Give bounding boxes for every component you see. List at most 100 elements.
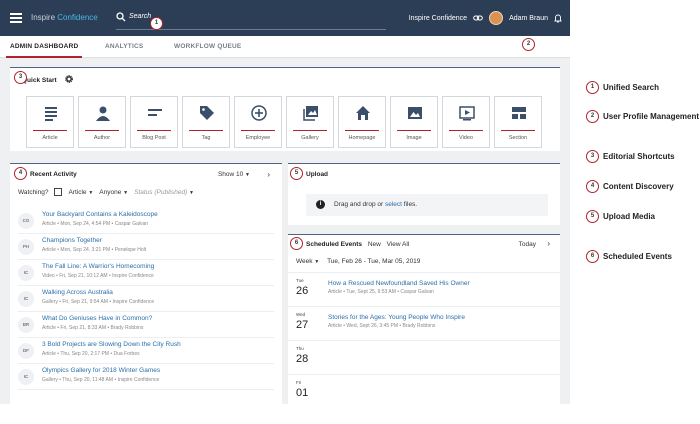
tile-label: Author	[93, 135, 111, 141]
tile-label: Section	[508, 135, 528, 141]
event-meta: Article • Tue, Sept 25, 9:53 AM • Caspar…	[328, 289, 434, 295]
list-item[interactable]: IC Walking Across Australia Gallery • Fri,…	[18, 286, 274, 312]
list-item[interactable]: DF 3 Bold Projects are Slowing Down the C…	[18, 338, 274, 364]
author-filter[interactable]: Anyone ▼	[99, 189, 128, 196]
day-of-week: Tue	[296, 278, 304, 283]
tile-video[interactable]: Video	[442, 96, 490, 148]
avatar: IC	[18, 265, 34, 281]
recent-activity-title: Recent Activity	[30, 171, 77, 178]
tile-author[interactable]: Author	[78, 96, 126, 148]
quick-start-tiles: Article Author Blog Post Tag Employee Ga…	[26, 96, 542, 148]
tab-admin-dashboard[interactable]: ADMIN DASHBOARD	[5, 43, 83, 58]
tile-label: Image	[406, 135, 422, 141]
list-item[interactable]: IC Olympics Gallery for 2018 Winter Games…	[18, 364, 274, 390]
author-icon	[96, 106, 110, 121]
avatar: DF	[18, 343, 34, 359]
activity-filters: Watching? Article ▼ Anyone ▼ Status (Pub…	[18, 188, 194, 196]
date-range: Tue, Feb 26 - Tue, Mar 05, 2019	[327, 258, 421, 265]
scheduled-header: Scheduled Events New View All	[306, 241, 409, 248]
tile-employee[interactable]: Employee	[234, 96, 282, 148]
range-mode-select[interactable]: Week ▼	[296, 258, 319, 265]
tile-image[interactable]: Image	[390, 96, 438, 148]
select-files-link[interactable]: select	[385, 201, 402, 208]
callout-badge: 3	[14, 71, 27, 84]
blog-post-icon	[148, 109, 162, 116]
callout-badge: 1	[150, 17, 163, 30]
upload-instructions: Drag and drop or select files.	[334, 201, 418, 208]
tile-homepage[interactable]: Homepage	[338, 96, 386, 148]
site-name[interactable]: Inspire Confidence	[409, 15, 467, 22]
avatar: BR	[18, 317, 34, 333]
list-item[interactable]: CG Your Backyard Contains a Kaleidoscope A…	[18, 208, 274, 234]
day-number: 01	[296, 387, 309, 399]
show-count-select[interactable]: Show 10 ▼	[218, 171, 250, 178]
legend-label: User Profile Management	[603, 112, 700, 121]
today-button[interactable]: Today	[519, 241, 536, 248]
list-item[interactable]: BR What Do Geniuses Have in Common? Articl…	[18, 312, 274, 338]
tile-gallery[interactable]: Gallery	[286, 96, 334, 148]
callout-badge: 4	[14, 167, 27, 180]
list-item[interactable]: IC The Fall Line: A Warrior's Homecoming V…	[18, 260, 274, 286]
legend-number: 2	[586, 110, 599, 123]
tile-tag[interactable]: Tag	[182, 96, 230, 148]
upload-panel: Upload i Drag and drop or select files.	[288, 163, 560, 225]
item-title[interactable]: Olympics Gallery for 2018 Winter Games	[42, 367, 160, 374]
avatar: PH	[18, 239, 34, 255]
menu-icon[interactable]	[10, 13, 22, 23]
top-right-controls: Inspire Confidence Adam Braun	[409, 10, 562, 26]
item-title[interactable]: 3 Bold Projects are Slowing Down the Cit…	[42, 341, 181, 348]
legend-label: Unified Search	[603, 83, 660, 92]
avatar[interactable]	[489, 11, 504, 25]
video-icon	[459, 106, 475, 121]
item-title[interactable]: Walking Across Australia	[42, 289, 113, 296]
bell-icon[interactable]	[554, 14, 562, 23]
tile-label: Homepage	[348, 135, 376, 141]
list-item[interactable]: PH Champions Together Article • Mon, Sep 2…	[18, 234, 274, 260]
item-title[interactable]: What Do Geniuses Have in Common?	[42, 315, 152, 322]
tab-analytics[interactable]: ANALYTICS	[105, 43, 143, 50]
new-event-button[interactable]: New	[368, 241, 381, 248]
callout-badge: 2	[522, 38, 535, 51]
item-meta: Article • Thu, Sep 20, 2:17 PM • Dua For…	[42, 351, 140, 357]
tile-section[interactable]: Section	[494, 96, 542, 148]
top-bar: Inspire Confidence Search Inspire Confid…	[0, 0, 570, 36]
day-number: 28	[296, 353, 309, 365]
day-of-week: Thu	[296, 346, 304, 351]
next-page-icon[interactable]: ›	[267, 170, 270, 179]
legend-number: 6	[586, 250, 599, 263]
search-icon	[116, 12, 126, 22]
scheduled-title: Scheduled Events	[306, 241, 362, 248]
tab-workflow-queue[interactable]: WORKFLOW QUEUE	[174, 43, 241, 50]
tile-article[interactable]: Article	[26, 96, 74, 148]
tile-label: Employee	[245, 135, 271, 141]
calendar-day: Wed 27 Stories for the Ages: Young Peopl…	[288, 306, 560, 340]
upload-dropzone[interactable]: i Drag and drop or select files.	[306, 194, 548, 216]
plus-circle-icon	[251, 105, 267, 121]
avatar: CG	[18, 213, 34, 229]
image-icon	[408, 107, 422, 119]
day-number: 26	[296, 285, 309, 297]
link-icon[interactable]	[473, 14, 483, 22]
legend-number: 3	[586, 150, 599, 163]
item-title[interactable]: Your Backyard Contains a Kaleidoscope	[42, 211, 158, 218]
type-filter[interactable]: Article ▼	[68, 189, 93, 196]
status-filter[interactable]: Status (Published) ▼	[134, 189, 194, 196]
item-meta: Article • Fri, Sep 21, 8:33 AM • Brady R…	[42, 325, 144, 331]
brand-logo[interactable]: Inspire Confidence	[31, 13, 98, 22]
watching-checkbox[interactable]	[54, 188, 63, 196]
item-title[interactable]: The Fall Line: A Warrior's Homecoming	[42, 263, 154, 270]
legend-label: Content Discovery	[603, 182, 674, 191]
avatar: IC	[18, 369, 34, 385]
view-all-link[interactable]: View All	[387, 241, 410, 248]
calendar-day: Tue 26 How a Rescued Newfoundland Saved …	[288, 272, 560, 306]
tile-label: Gallery	[301, 135, 319, 141]
user-name[interactable]: Adam Braun	[509, 15, 548, 22]
event-title[interactable]: How a Rescued Newfoundland Saved His Own…	[328, 280, 470, 287]
event-title[interactable]: Stories for the Ages: Young People Who I…	[328, 314, 465, 321]
next-week-icon[interactable]: ›	[547, 239, 550, 248]
legend-number: 1	[586, 81, 599, 94]
gear-icon[interactable]	[64, 75, 73, 83]
date-range-row: Week ▼ Tue, Feb 26 - Tue, Mar 05, 2019	[296, 258, 420, 265]
item-title[interactable]: Champions Together	[42, 237, 102, 244]
tile-blog-post[interactable]: Blog Post	[130, 96, 178, 148]
